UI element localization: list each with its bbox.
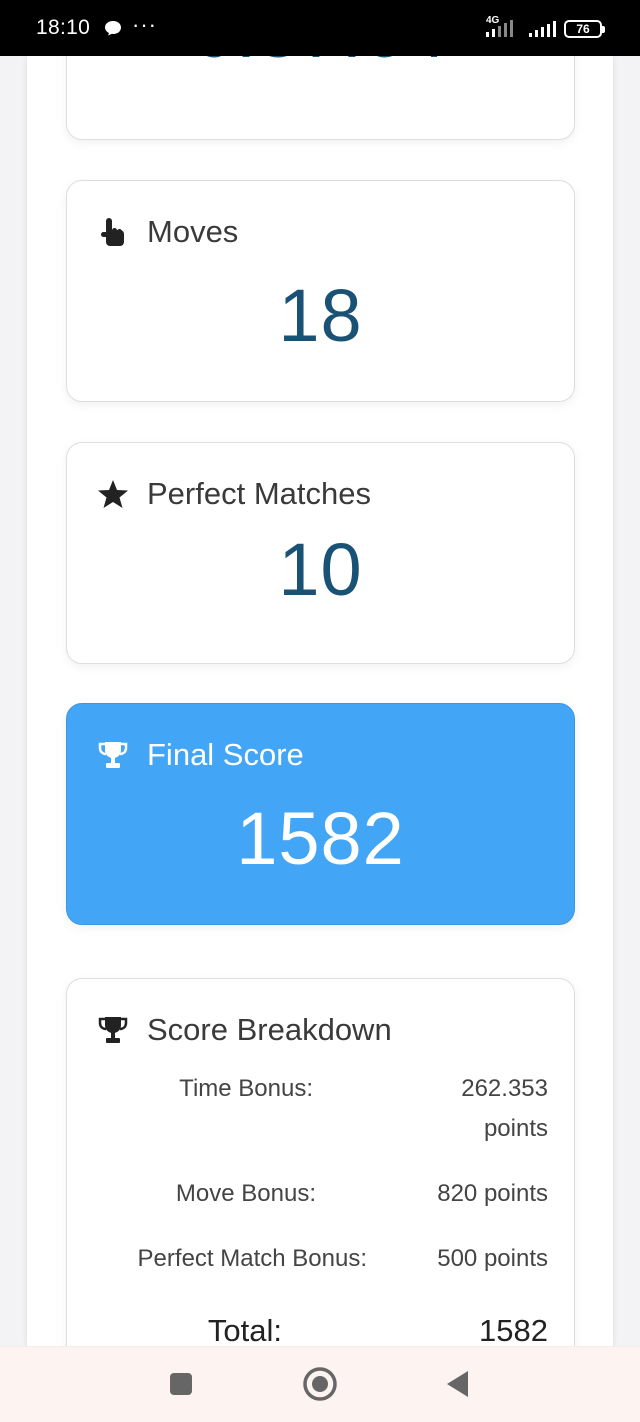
total-value: 1582 xyxy=(479,1313,548,1346)
move-bonus-label: Move Bonus: xyxy=(175,1180,316,1207)
home-icon[interactable] xyxy=(302,1366,338,1402)
battery-indicator: 76 xyxy=(564,20,605,38)
trophy-icon xyxy=(97,1014,129,1046)
timer-card: 0:37:64 xyxy=(66,56,575,140)
status-bar: 18:10 ··· 4G 76 xyxy=(0,0,640,56)
perfect-matches-card: Perfect Matches 10 xyxy=(66,442,575,664)
time-bonus-value-line2: points xyxy=(483,1115,548,1142)
recent-apps-icon[interactable] xyxy=(168,1371,194,1397)
more-notifications-icon: ··· xyxy=(132,12,157,37)
score-breakdown-card: Score Breakdown Time Bonus: 262.353 poin… xyxy=(66,978,575,1346)
final-score-label: Final Score xyxy=(147,737,304,772)
perfect-match-bonus-value: 500 points xyxy=(437,1245,548,1272)
score-breakdown-title: Score Breakdown xyxy=(147,1012,392,1047)
navigation-bar xyxy=(0,1346,640,1422)
perfect-matches-label: Perfect Matches xyxy=(147,476,371,511)
moves-card: Moves 18 xyxy=(66,180,575,402)
time-bonus-value-line1: 262.353 xyxy=(461,1075,548,1102)
pointer-hand-icon xyxy=(97,216,129,248)
total-label: Total: xyxy=(207,1313,282,1346)
perfect-match-bonus-label: Perfect Match Bonus: xyxy=(137,1245,367,1272)
signal-strength-icon xyxy=(529,21,556,37)
trophy-icon xyxy=(97,739,129,771)
signal-strength-icon xyxy=(486,20,513,37)
star-icon xyxy=(97,478,129,510)
results-panel: 0:37:64 Moves 18 Pe xyxy=(26,56,614,1346)
move-bonus-value: 820 points xyxy=(437,1180,548,1207)
moves-label: Moves xyxy=(147,214,239,249)
perfect-matches-value: 10 xyxy=(278,528,363,611)
chat-bubble-icon xyxy=(105,21,121,36)
final-score-card: Final Score 1582 xyxy=(66,703,575,925)
back-icon[interactable] xyxy=(444,1369,472,1399)
moves-value: 18 xyxy=(278,274,363,357)
final-score-value: 1582 xyxy=(236,797,405,880)
time-bonus-label: Time Bonus: xyxy=(179,1075,313,1102)
timer-value: 0:37:64 xyxy=(67,56,574,74)
status-time: 18:10 xyxy=(36,16,91,39)
